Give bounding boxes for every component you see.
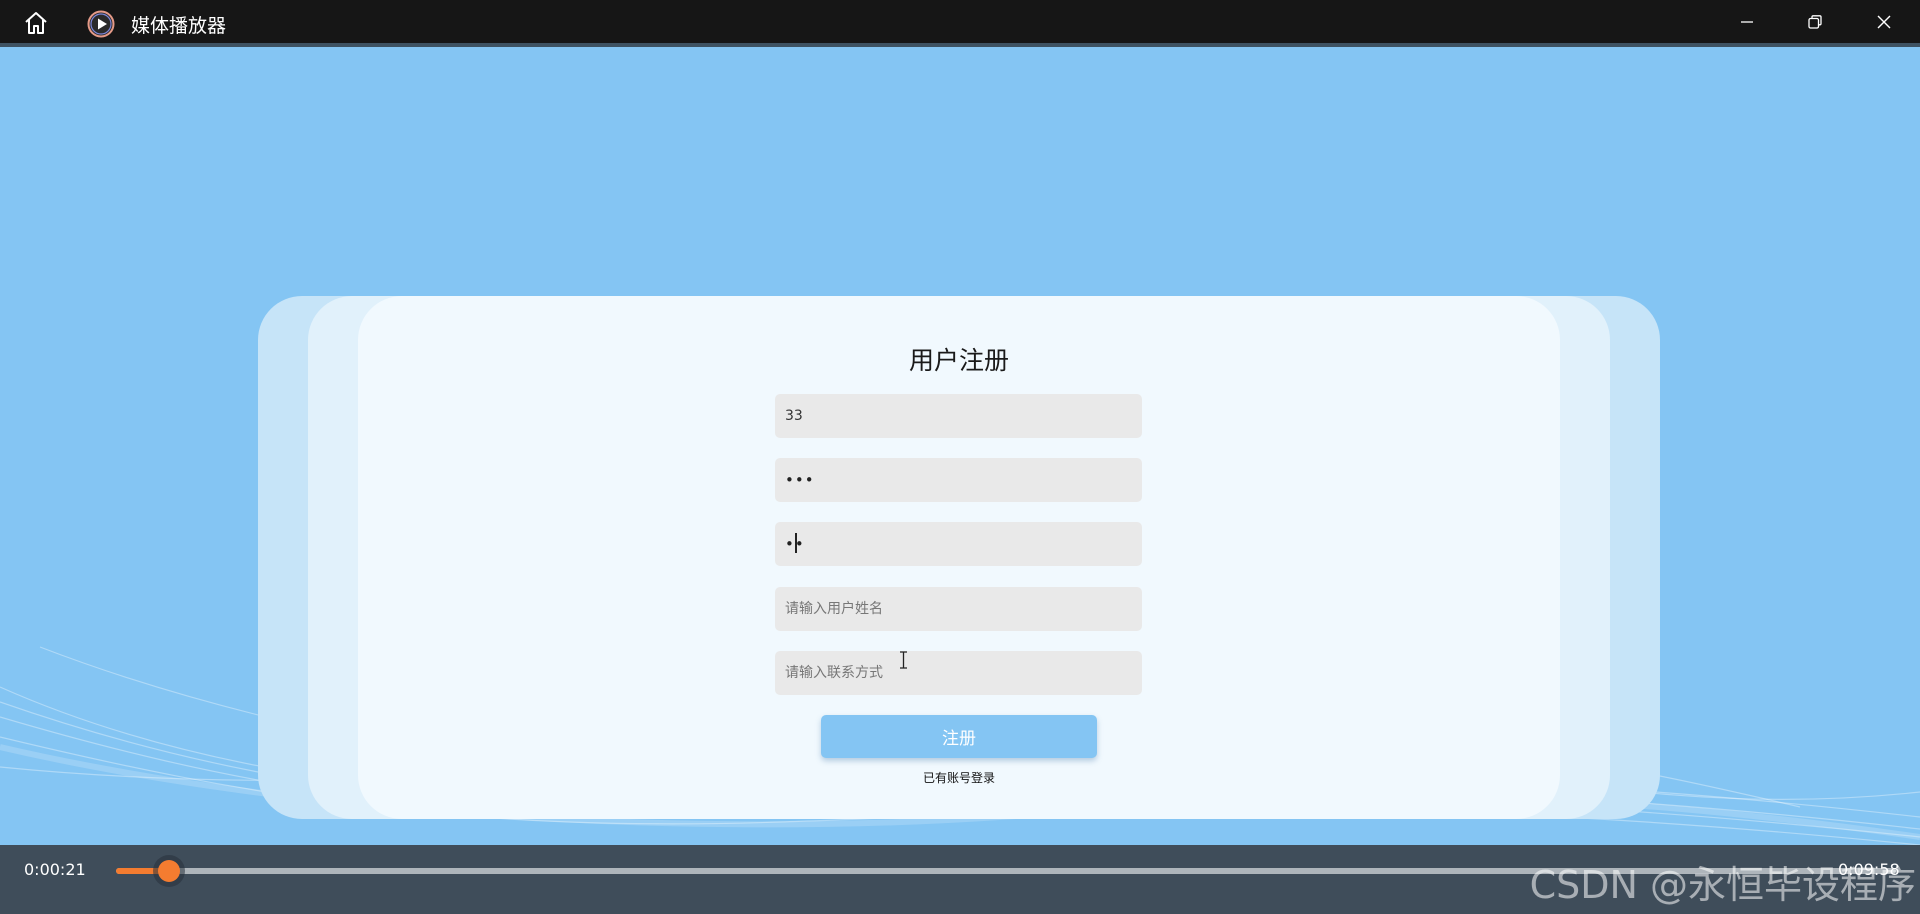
username-input[interactable] [775, 394, 1142, 438]
text-caret [795, 533, 797, 553]
text-cursor-icon [900, 651, 907, 669]
play-icon [87, 10, 115, 38]
window-title: 媒体播放器 [131, 15, 227, 37]
register-card: 用户注册 注册 已有账号登录 [358, 296, 1560, 819]
password-input[interactable] [775, 458, 1142, 502]
minimize-icon [1741, 20, 1753, 23]
restore-button[interactable] [1781, 0, 1849, 43]
close-icon [1877, 15, 1891, 28]
confirm-password-input[interactable] [775, 522, 1142, 566]
home-icon[interactable] [22, 10, 50, 36]
contact-input[interactable] [775, 651, 1142, 695]
watermark: CSDN @永恒毕设程序 [1529, 863, 1916, 907]
register-button[interactable]: 注册 [821, 715, 1097, 758]
player-control-bar: 0:00:21 0:09:58 CSDN @永恒毕设程序 [0, 845, 1920, 914]
restore-icon [1808, 14, 1822, 29]
current-time: 0:00:21 [24, 860, 86, 879]
title-bar: 媒体播放器 [0, 0, 1920, 43]
progress-thumb[interactable] [158, 860, 181, 882]
close-button[interactable] [1850, 0, 1918, 43]
real-name-input[interactable] [775, 587, 1142, 631]
player-content-area: 用户注册 注册 已有账号登录 [0, 47, 1920, 845]
login-link[interactable]: 已有账号登录 [358, 769, 1560, 786]
minimize-button[interactable] [1713, 0, 1781, 43]
register-title: 用户注册 [908, 346, 1009, 375]
